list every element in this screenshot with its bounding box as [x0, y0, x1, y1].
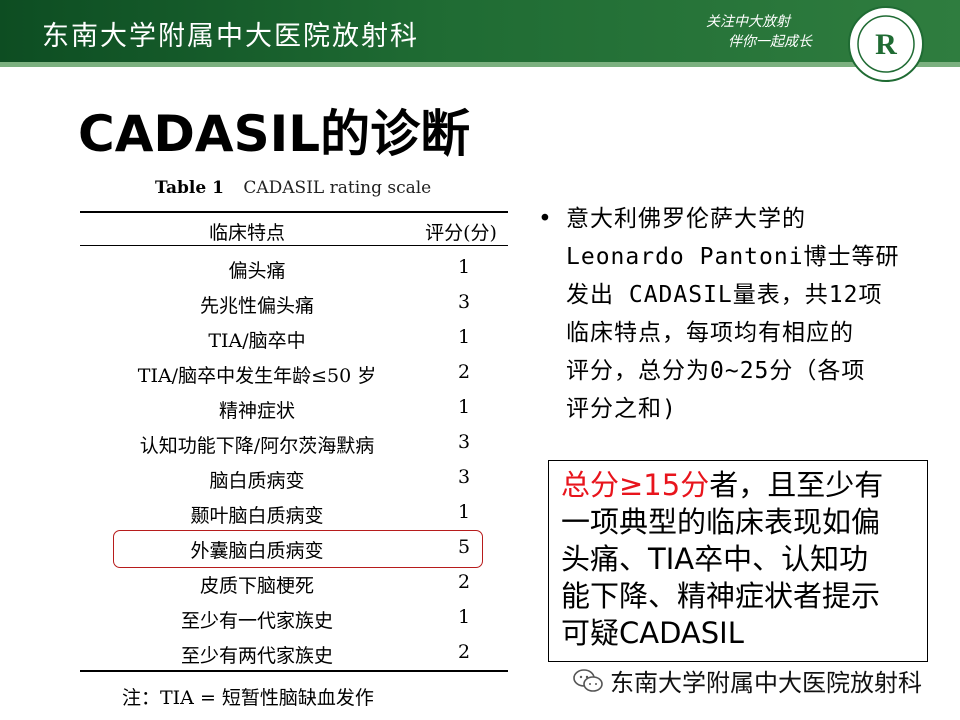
row-feature: 偏头痛	[228, 260, 286, 282]
table-row: TIA/脑卒中发生年龄≤50 岁 2	[80, 355, 508, 390]
row-feature: TIA/脑卒中	[208, 330, 306, 352]
row-feature: 精神症状	[218, 400, 295, 422]
table-row: 颞叶脑白质病变 1	[80, 495, 508, 530]
row-feature: 先兆性偏头痛	[199, 295, 314, 317]
table-header-rule	[80, 245, 508, 246]
bullet-marker: •	[538, 206, 553, 232]
table-row: 皮质下脑梗死 2	[80, 565, 508, 600]
watermark-text: 东南大学附属中大医院放射科	[610, 669, 922, 697]
slide-title: CADASIL的诊断	[78, 105, 471, 163]
department-title: 东南大学附属中大医院放射科	[42, 21, 419, 52]
row-feature: 至少有两代家族史	[180, 645, 333, 667]
criteria-line: 可疑CADASIL	[561, 616, 744, 650]
row-score: 1	[457, 256, 471, 278]
bullet-line: 临床特点，每项均有相应的	[566, 320, 854, 346]
row-score: 1	[457, 606, 471, 628]
table-row: 至少有两代家族史 2	[80, 635, 508, 670]
table-header-feature: 临床特点	[208, 222, 285, 244]
slogan: 关注中大放射 伴你一起成长	[706, 12, 812, 52]
criteria-line: 头痛、TIA卒中、认知功	[561, 542, 869, 576]
bullet-line: Leonardo Pantoni博士等研	[566, 244, 900, 270]
row-highlight-outline	[113, 530, 483, 568]
bullet-line: 评分，总分为0~25分（各项	[566, 358, 866, 384]
row-score: 3	[457, 291, 471, 313]
header-bar: 东南大学附属中大医院放射科 关注中大放射 伴你一起成长	[0, 0, 960, 62]
table-row: 至少有一代家族史 1	[80, 600, 508, 635]
criteria-line: 总分≥15分者，且至少有	[561, 467, 917, 504]
slogan-line-1: 关注中大放射	[706, 14, 790, 30]
table-footnote: 注：TIA = 短暂性脑缺血发作	[122, 687, 374, 709]
hospital-logo: R	[848, 6, 924, 82]
table-caption: Table 1 CADASIL rating scale	[155, 178, 431, 198]
row-score: 2	[457, 571, 471, 593]
criteria-box: 总分≥15分者，且至少有 一项典型的临床表现如偏 头痛、TIA卒中、认知功 能下…	[548, 460, 928, 662]
row-feature: 脑白质病变	[209, 470, 305, 492]
row-feature: 至少有一代家族史	[180, 610, 333, 632]
criteria-line: 一项典型的临床表现如偏	[561, 505, 881, 539]
table-row: TIA/脑卒中 1	[80, 320, 508, 355]
criteria-line: 能下降、精神症状者提示	[561, 579, 881, 613]
description-bullet: • 意大利佛罗伦萨大学的 Leonardo Pantoni博士等研 发出 CAD…	[538, 200, 918, 428]
bullet-line: 评分之和)	[566, 396, 677, 422]
bullet-line: 意大利佛罗伦萨大学的	[566, 206, 806, 232]
table-bottom-rule	[80, 670, 508, 672]
row-feature: 皮质下脑梗死	[199, 575, 314, 597]
row-score: 3	[457, 431, 471, 453]
table-header-score: 评分(分)	[425, 222, 497, 244]
row-score: 1	[457, 501, 471, 523]
bullet-line: 发出 CADASIL量表，共12项	[566, 282, 883, 308]
row-score: 3	[457, 466, 471, 488]
header-underline	[0, 62, 960, 67]
slogan-line-2: 伴你一起成长	[728, 34, 812, 50]
table-caption-label: Table 1	[155, 178, 224, 198]
criteria-threshold: 总分≥15分	[561, 468, 710, 502]
table-caption-text: CADASIL rating scale	[243, 178, 432, 198]
row-feature: TIA/脑卒中发生年龄≤50 岁	[137, 365, 377, 387]
table-row: 认知功能下降/阿尔茨海默病 3	[80, 425, 508, 460]
table-row: 先兆性偏头痛 3	[80, 285, 508, 320]
row-score: 1	[457, 396, 471, 418]
table-row: 脑白质病变 3	[80, 460, 508, 495]
row-score: 1	[457, 326, 471, 348]
row-score: 2	[457, 361, 471, 383]
table-row: 偏头痛 1	[80, 250, 508, 285]
row-feature: 认知功能下降/阿尔茨海默病	[139, 435, 375, 457]
row-score: 2	[457, 641, 471, 663]
row-feature: 颞叶脑白质病变	[190, 505, 324, 527]
watermark: 东南大学附属中大医院放射科	[572, 663, 922, 698]
criteria-text: 者，且至少有	[709, 468, 884, 502]
table-row: 精神症状 1	[80, 390, 508, 425]
table-top-rule	[80, 211, 508, 213]
wechat-icon	[573, 668, 603, 692]
logo-letter: R	[875, 28, 897, 61]
